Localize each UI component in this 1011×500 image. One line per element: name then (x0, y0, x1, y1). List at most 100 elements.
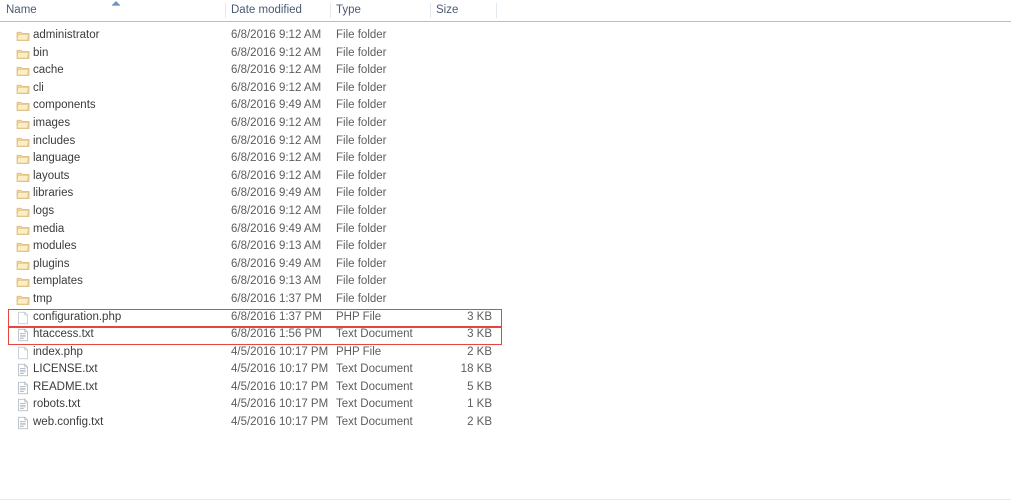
cell-file-name: robots.txt (33, 398, 81, 411)
cell-type: File folder (336, 46, 387, 59)
cell-size (430, 27, 492, 45)
table-row[interactable]: configuration.php 6/8/2016 1:37 PM PHP Fil… (0, 309, 1011, 327)
table-row[interactable]: cache 6/8/2016 9:12 AM File folder (0, 62, 1011, 80)
cell-type: File folder (336, 64, 387, 77)
folder-icon (16, 117, 30, 131)
cell-date-modified: 6/8/2016 9:12 AM (231, 116, 322, 129)
file-rows-container: administrator 6/8/2016 9:12 AM File folder… (0, 22, 1011, 432)
cell-type: File folder (336, 116, 387, 129)
cell-file-name: index.php (33, 345, 83, 358)
folder-icon (16, 170, 30, 184)
cell-date-modified: 6/8/2016 9:12 AM (231, 204, 322, 217)
column-divider[interactable] (225, 3, 226, 18)
table-row[interactable]: templates 6/8/2016 9:13 AM File folder (0, 273, 1011, 291)
table-row[interactable]: layouts 6/8/2016 9:12 AM File folder (0, 168, 1011, 186)
folder-icon (16, 258, 30, 272)
table-row[interactable]: images 6/8/2016 9:12 AM File folder (0, 115, 1011, 133)
table-row[interactable]: index.php 4/5/2016 10:17 PM PHP File 2 KB (0, 344, 1011, 362)
cell-size (430, 97, 492, 115)
table-row[interactable]: components 6/8/2016 9:49 AM File folder (0, 97, 1011, 115)
cell-size: 2 KB (467, 345, 492, 358)
cell-date-modified: 6/8/2016 9:49 AM (231, 222, 322, 235)
cell-file-name: cache (33, 64, 64, 77)
cell-type: Text Document (336, 328, 413, 341)
cell-type: File folder (336, 81, 387, 94)
table-row[interactable]: includes 6/8/2016 9:12 AM File folder (0, 133, 1011, 151)
php-file-icon (16, 310, 30, 325)
cell-file-name: htaccess.txt (33, 328, 94, 341)
column-header-size-label: Size (436, 4, 459, 16)
cell-type: File folder (336, 152, 387, 165)
cell-file-name: libraries (33, 187, 74, 200)
cell-size (430, 185, 492, 203)
column-divider[interactable] (330, 3, 331, 18)
column-header-name[interactable]: Name (0, 0, 225, 21)
cell-date-modified: 6/8/2016 9:49 AM (231, 187, 322, 200)
table-row[interactable]: LICENSE.txt 4/5/2016 10:17 PM Text Documen… (0, 361, 1011, 379)
cell-file-name: configuration.php (33, 310, 122, 323)
column-header-date-modified[interactable]: Date modified (225, 0, 330, 21)
cell-date-modified: 6/8/2016 1:37 PM (231, 292, 322, 305)
cell-date-modified: 6/8/2016 9:49 AM (231, 99, 322, 112)
cell-size (430, 291, 492, 309)
cell-file-name: layouts (33, 169, 70, 182)
cell-file-name: administrator (33, 29, 100, 41)
column-header-type[interactable]: Type (330, 0, 430, 21)
cell-type: PHP File (336, 345, 382, 358)
table-row[interactable]: logs 6/8/2016 9:12 AM File folder (0, 203, 1011, 221)
cell-size: 3 KB (467, 328, 492, 341)
folder-icon (16, 152, 30, 166)
column-header-spacer[interactable] (496, 0, 508, 21)
cell-type: File folder (336, 99, 387, 112)
folder-icon (16, 223, 30, 237)
table-row[interactable]: plugins 6/8/2016 9:49 AM File folder (0, 256, 1011, 274)
cell-size (430, 168, 492, 186)
cell-type: File folder (336, 187, 387, 200)
column-header-size[interactable]: Size (430, 0, 496, 21)
text-file-icon (16, 328, 30, 342)
cell-size (430, 80, 492, 98)
cell-type: File folder (336, 257, 387, 270)
cell-size: 1 KB (467, 398, 492, 411)
table-row[interactable]: libraries 6/8/2016 9:49 AM File folder (0, 185, 1011, 203)
table-row[interactable]: README.txt 4/5/2016 10:17 PM Text Document… (0, 379, 1011, 397)
cell-file-name: README.txt (33, 380, 98, 393)
table-row[interactable]: web.config.txt 4/5/2016 10:17 PM Text Docu… (0, 414, 1011, 432)
cell-size: 3 KB (467, 310, 492, 323)
cell-date-modified: 4/5/2016 10:17 PM (231, 345, 329, 358)
table-row[interactable]: tmp 6/8/2016 1:37 PM File folder (0, 291, 1011, 309)
cell-size: 5 KB (467, 380, 492, 393)
folder-icon (16, 99, 30, 113)
table-row[interactable]: bin 6/8/2016 9:12 AM File folder (0, 45, 1011, 63)
table-row[interactable]: modules 6/8/2016 9:13 AM File folder (0, 238, 1011, 256)
cell-file-name: includes (33, 134, 76, 147)
column-header-type-label: Type (336, 4, 361, 16)
cell-date-modified: 4/5/2016 10:17 PM (231, 380, 329, 393)
column-divider[interactable] (430, 3, 431, 18)
cell-size (430, 221, 492, 239)
cell-file-name: tmp (33, 292, 53, 305)
table-row[interactable]: media 6/8/2016 9:49 AM File folder (0, 221, 1011, 239)
table-row[interactable]: language 6/8/2016 9:12 AM File folder (0, 150, 1011, 168)
cell-type: Text Document (336, 380, 413, 393)
cell-size: 18 KB (460, 363, 492, 376)
table-row[interactable]: cli 6/8/2016 9:12 AM File folder (0, 80, 1011, 98)
table-row[interactable]: htaccess.txt 6/8/2016 1:56 PM Text Documen… (0, 326, 1011, 344)
text-file-icon (16, 398, 30, 412)
cell-size (430, 62, 492, 80)
column-header-bar: Name Date modified Type Size (0, 0, 1011, 22)
folder-icon (16, 293, 30, 307)
table-row[interactable]: robots.txt 4/5/2016 10:17 PM Text Document… (0, 396, 1011, 414)
cell-date-modified: 6/8/2016 9:13 AM (231, 240, 322, 253)
cell-type: File folder (336, 29, 387, 41)
cell-file-name: modules (33, 240, 77, 253)
folder-icon (16, 275, 30, 289)
column-divider[interactable] (496, 3, 497, 18)
cell-size (430, 203, 492, 221)
cell-type: Text Document (336, 416, 413, 429)
cell-type: File folder (336, 275, 387, 288)
cell-date-modified: 4/5/2016 10:17 PM (231, 363, 329, 376)
cell-size (430, 115, 492, 133)
table-row[interactable]: administrator 6/8/2016 9:12 AM File folder (0, 27, 1011, 45)
cell-date-modified: 6/8/2016 9:12 AM (231, 81, 322, 94)
